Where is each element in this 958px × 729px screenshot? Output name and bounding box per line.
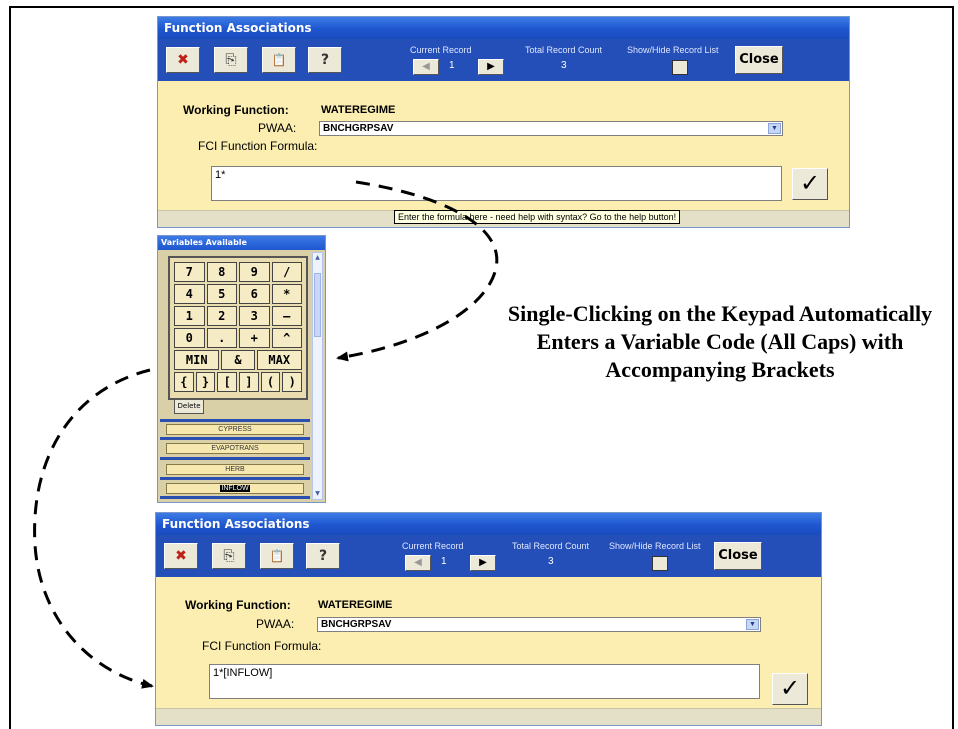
arrow-formula-to-keypad — [336, 180, 499, 362]
arrow-keypad-to-result — [33, 368, 154, 689]
flow-arrows — [33, 180, 499, 689]
